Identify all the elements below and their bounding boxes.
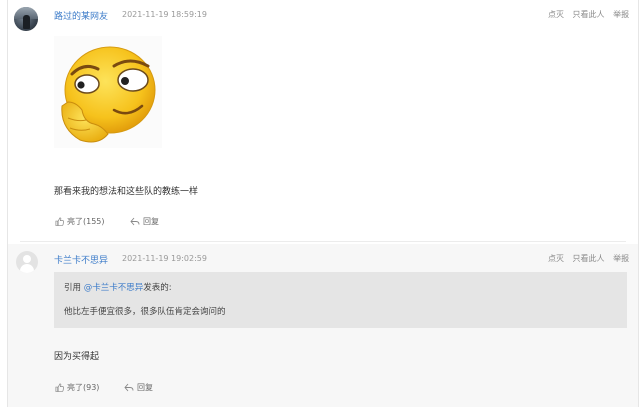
comment-username[interactable]: 路过的某网友 — [54, 9, 108, 22]
right-border — [638, 0, 639, 407]
quote-header: 引用 @卡兰卡不思异发表的: — [64, 281, 172, 293]
like-count-label: 亮了(155) — [67, 217, 105, 226]
like-count-label: 亮了(93) — [67, 383, 100, 392]
downvote-link[interactable]: 点灭 — [548, 10, 564, 19]
quote-prefix: 引用 — [64, 283, 84, 293]
like-button[interactable]: 亮了(93) — [55, 382, 99, 393]
avatar-photo-figure — [23, 15, 30, 29]
only-this-user-link[interactable]: 只看此人 — [573, 10, 605, 19]
comment-timestamp: 2021-11-19 18:59:19 — [122, 10, 207, 19]
reply-label: 回复 — [137, 383, 153, 392]
emoji-meme-image[interactable] — [54, 36, 162, 148]
quote-suffix: 发表的: — [143, 283, 172, 293]
comment-text: 那看来我的想法和这些队的教练一样 — [54, 187, 199, 197]
reply-arrow-icon — [124, 383, 134, 392]
avatar[interactable] — [16, 251, 38, 273]
comment-username[interactable]: 卡兰卡不思异 — [54, 253, 108, 266]
thumbs-up-icon — [55, 383, 64, 392]
reply-label: 回复 — [143, 217, 159, 226]
default-avatar-head — [23, 255, 31, 263]
comment-text: 因为买得起 — [54, 352, 100, 362]
avatar[interactable] — [14, 7, 38, 31]
only-this-user-link[interactable]: 只看此人 — [573, 254, 605, 263]
report-link[interactable]: 举报 — [613, 254, 629, 263]
thumbs-up-icon — [55, 217, 64, 226]
reply-button[interactable]: 回复 — [124, 382, 153, 393]
report-link[interactable]: 举报 — [613, 10, 629, 19]
comment-actions: 点灭 只看此人 举报 — [542, 9, 629, 20]
like-button[interactable]: 亮了(155) — [55, 216, 105, 227]
quote-text: 他比左手便宜很多，很多队伍肯定会询问的 — [64, 307, 226, 317]
default-avatar-body — [20, 264, 34, 273]
quote-block: 引用 @卡兰卡不思异发表的: 他比左手便宜很多，很多队伍肯定会询问的 — [54, 272, 627, 328]
comment-divider — [20, 241, 626, 242]
reply-button[interactable]: 回复 — [130, 216, 159, 227]
comment-actions: 点灭 只看此人 举报 — [542, 253, 629, 264]
comment-timestamp: 2021-11-19 19:02:59 — [122, 254, 207, 263]
downvote-link[interactable]: 点灭 — [548, 254, 564, 263]
quoted-username-link[interactable]: @卡兰卡不思异 — [84, 283, 144, 293]
reply-arrow-icon — [130, 217, 140, 226]
